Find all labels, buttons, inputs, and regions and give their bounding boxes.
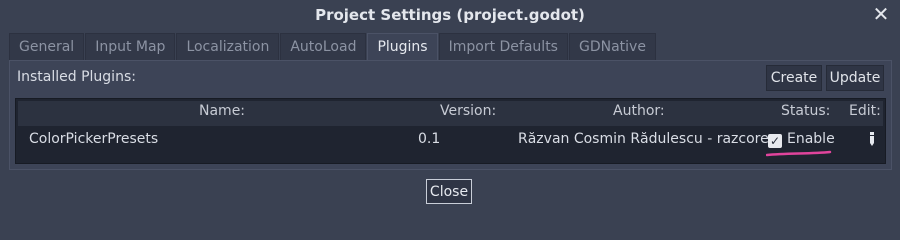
plugin-version-cell: 0.1 (418, 131, 441, 147)
column-version-header: Version: (440, 103, 497, 119)
close-button[interactable]: Close (426, 179, 472, 204)
highlight-underline (766, 150, 832, 157)
title-bar: Project Settings (project.godot) ✕ (0, 0, 900, 30)
create-button[interactable]: Create (766, 65, 822, 91)
plugin-status-toggle[interactable]: ✓ Enable (768, 131, 835, 148)
column-edit-header: Edit: (849, 103, 881, 119)
tab-plugins[interactable]: Plugins (367, 33, 438, 60)
column-name-header: Name: (199, 103, 246, 119)
plugin-name-cell: ColorPickerPresets (29, 131, 159, 147)
column-author-header: Author: (613, 103, 665, 119)
column-status-header: Status: (781, 103, 831, 119)
plugins-table: Name: Version: Author: Status: Edit: Col… (15, 98, 886, 164)
plugins-panel: Installed Plugins: Create Update Name: V… (9, 60, 892, 170)
installed-plugins-label: Installed Plugins: (17, 69, 136, 85)
tab-general[interactable]: General (9, 33, 85, 60)
window-title: Project Settings (project.godot) (315, 6, 585, 24)
tab-input-map[interactable]: Input Map (85, 33, 176, 60)
tab-autoload[interactable]: AutoLoad (280, 33, 367, 60)
tab-import-defaults[interactable]: Import Defaults (438, 33, 568, 60)
pencil-icon[interactable] (867, 131, 877, 147)
tab-localization[interactable]: Localization (176, 33, 280, 60)
plugin-status-label: Enable (787, 131, 835, 147)
tab-gdnative[interactable]: GDNative (568, 33, 656, 60)
plugin-author-cell: Răzvan Cosmin Rădulescu - razcore (518, 131, 769, 147)
close-icon[interactable]: ✕ (870, 3, 892, 25)
checkbox-checked-icon[interactable]: ✓ (768, 134, 782, 148)
tab-bar: General Input Map Localization AutoLoad … (9, 33, 657, 60)
update-button[interactable]: Update (826, 65, 884, 91)
